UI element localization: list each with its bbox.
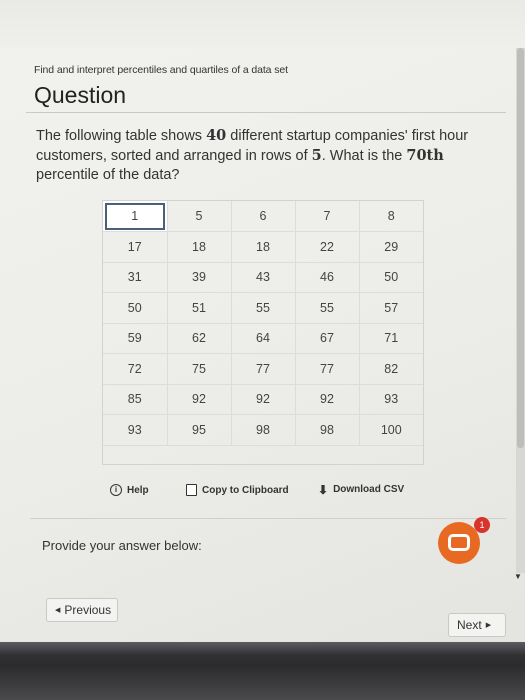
table-cell[interactable]: 93 (359, 384, 423, 415)
table-cell[interactable]: 55 (295, 292, 360, 324)
table-cell[interactable]: 50 (103, 292, 168, 324)
table-cell[interactable]: 92 (167, 384, 232, 415)
table-cell[interactable]: 43 (231, 262, 296, 293)
table-row: 17 18 18 22 29 (103, 231, 423, 263)
clipboard-icon (186, 484, 197, 496)
chat-bubble-icon (448, 534, 470, 551)
table-cell[interactable]: 51 (167, 292, 232, 324)
table-cell[interactable]: 18 (167, 231, 232, 263)
chevron-left-icon: ◀ (55, 607, 61, 614)
copy-label: Copy to Clipboard (202, 484, 289, 496)
prompt-text: percentile of the data? (36, 167, 180, 183)
table-cell[interactable]: 50 (359, 262, 423, 293)
top-bar (0, 0, 525, 48)
table-cell[interactable]: 93 (103, 414, 168, 446)
answer-label: Provide your answer below: (42, 538, 202, 553)
table-cell[interactable]: 22 (295, 231, 360, 263)
prompt-count: 40 (206, 127, 227, 144)
table-cell[interactable]: 77 (295, 353, 360, 385)
table-cell[interactable]: 64 (231, 323, 296, 354)
answer-divider (30, 518, 506, 519)
table-row: 85 92 92 92 93 (103, 384, 423, 415)
download-label: Download CSV (333, 484, 405, 495)
prompt-text: The following table shows (36, 128, 207, 144)
table-cell[interactable]: 1 (103, 201, 168, 232)
table-cell[interactable]: 17 (103, 231, 168, 263)
answer-input[interactable] (34, 556, 474, 586)
table-cell[interactable]: 85 (103, 384, 168, 415)
table-cell[interactable]: 92 (295, 384, 360, 415)
table-cell[interactable]: 75 (167, 353, 232, 385)
table-row: 15678 (103, 201, 423, 232)
table-cell[interactable]: 98 (295, 414, 360, 446)
copy-to-clipboard-button[interactable]: Copy to Clipboard (186, 484, 289, 496)
table-cell[interactable]: 77 (231, 353, 296, 385)
monitor-bezel-edge (0, 642, 525, 654)
table-cell[interactable]: 31 (103, 262, 168, 293)
help-label: Help (127, 484, 149, 496)
table-cell[interactable]: 72 (103, 353, 168, 385)
chevron-right-icon: ▶ (485, 622, 492, 629)
table-cell[interactable]: 62 (167, 323, 232, 354)
next-button[interactable]: Next ▶ (448, 613, 506, 637)
screen: Find and interpret percentiles and quart… (0, 0, 525, 700)
table-cell[interactable]: 57 (359, 292, 423, 324)
table-cell[interactable]: 71 (359, 323, 423, 354)
question-prompt: The following table shows 40 different s… (36, 126, 496, 185)
next-label: Next (457, 618, 482, 632)
table-cell[interactable]: 100 (359, 414, 423, 446)
download-csv-button[interactable]: ⬇ Download CSV (318, 482, 405, 497)
table-cell[interactable]: 18 (231, 231, 296, 263)
info-circle-icon: i (110, 484, 122, 496)
title-divider (26, 112, 506, 113)
previous-button[interactable]: ◀ Previous (46, 598, 118, 622)
table-row: 72 75 77 77 82 (103, 353, 423, 385)
table-row: 31 39 43 46 50 (103, 262, 423, 293)
data-table: 1 5 6 7 8 17 18 18 22 29 31 39 43 46 50 50 51 55 55 57 59 62 6… (102, 200, 424, 465)
table-cell[interactable]: 59 (103, 323, 168, 354)
table-cell[interactable]: 39 (167, 262, 232, 293)
scrollbar-thumb[interactable] (517, 48, 524, 448)
chat-notification-badge: 1 (474, 517, 490, 533)
previous-label: Previous (64, 603, 112, 617)
table-cell[interactable]: 46 (295, 262, 360, 293)
table-cell[interactable]: 98 (231, 414, 296, 446)
table-cell[interactable]: 29 (359, 231, 423, 263)
prompt-text: . What is the (321, 148, 407, 164)
table-cell[interactable]: 67 (295, 323, 360, 354)
scroll-down-arrow-icon[interactable]: ▼ (514, 572, 522, 581)
table-cell[interactable]: 5 (167, 201, 232, 232)
table-cell[interactable]: 92 (231, 384, 296, 415)
table-row: 59 62 64 67 71 (103, 323, 423, 354)
table-cell[interactable]: 8 (359, 201, 423, 232)
page-title: Question (34, 82, 127, 108)
prompt-rowsize: 5 (311, 147, 322, 164)
table-cell[interactable]: 55 (231, 292, 296, 324)
table-cell[interactable]: 6 (231, 201, 296, 232)
download-arrow-icon: ⬇ (318, 482, 329, 497)
help-button[interactable]: i Help (110, 484, 149, 496)
table-cell[interactable]: 7 (295, 201, 360, 232)
chat-button[interactable] (438, 522, 480, 564)
prompt-percentile: 70th (406, 147, 444, 164)
table-cell[interactable]: 82 (359, 353, 423, 385)
question-topic: Find and interpret percentiles and quart… (34, 64, 288, 76)
table-cell[interactable]: 95 (167, 414, 232, 446)
table-row: 93 95 98 98 100 (103, 414, 423, 446)
table-row: 50 51 55 55 57 (103, 292, 423, 324)
